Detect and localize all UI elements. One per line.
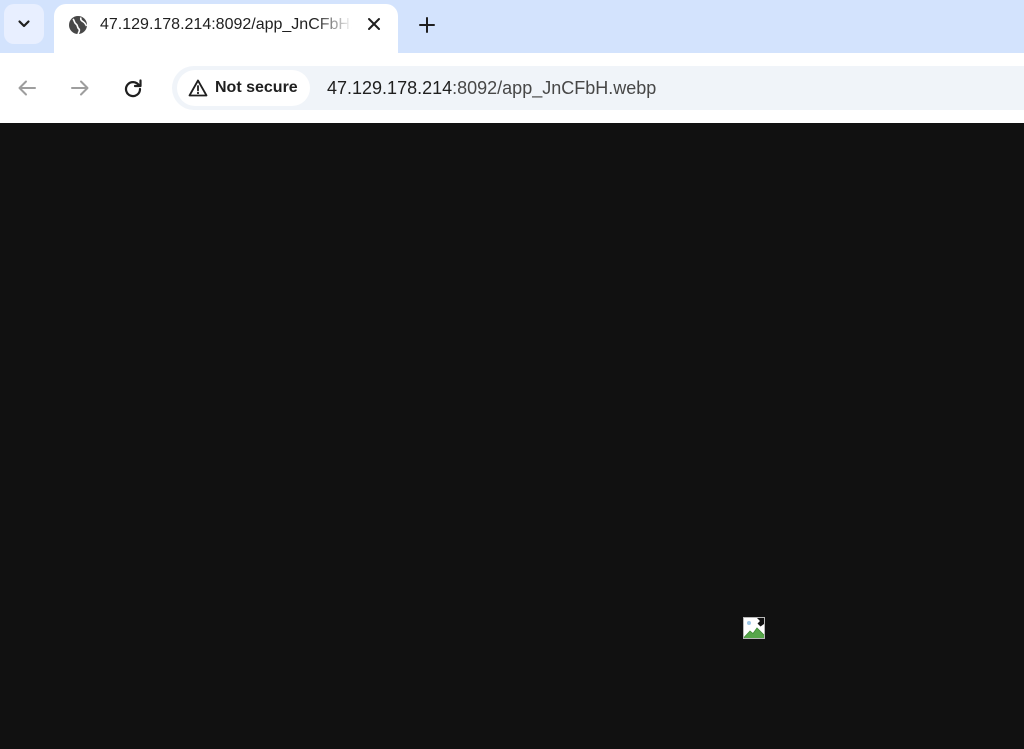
arrow-right-icon: [71, 80, 89, 96]
browser-window: 47.129.178.214:8092/app_JnCFbH.webp: [0, 0, 1024, 749]
warning-triangle-icon: [187, 77, 209, 99]
url-text[interactable]: 47.129.178.214:8092/app_JnCFbH.webp: [327, 78, 656, 99]
plus-icon: [419, 17, 435, 33]
tab-close-button[interactable]: [361, 11, 387, 37]
reload-icon: [124, 79, 142, 98]
url-path: :8092/app_JnCFbH.webp: [452, 78, 657, 98]
broken-image-icon: [742, 616, 766, 640]
tab-favicon: [67, 14, 89, 36]
active-tab[interactable]: 47.129.178.214:8092/app_JnCFbH.webp: [54, 4, 398, 53]
security-label: Not secure: [215, 79, 298, 96]
chevron-down-icon: [18, 20, 30, 28]
arrow-left-icon: [18, 80, 36, 96]
page-content: [0, 123, 1024, 749]
back-button[interactable]: [12, 73, 42, 103]
globe-icon: [69, 16, 88, 35]
tab-title: 47.129.178.214:8092/app_JnCFbH.webp: [100, 16, 352, 33]
address-bar[interactable]: Not secure 47.129.178.214:8092/app_JnCFb…: [172, 66, 1024, 110]
browser-toolbar: Not secure 47.129.178.214:8092/app_JnCFb…: [0, 53, 1024, 123]
security-indicator[interactable]: Not secure: [177, 70, 310, 106]
tab-search-button[interactable]: [4, 4, 44, 44]
tab-strip: 47.129.178.214:8092/app_JnCFbH.webp: [0, 0, 1024, 53]
new-tab-button[interactable]: [412, 10, 442, 40]
url-host: 47.129.178.214: [327, 78, 453, 98]
reload-button[interactable]: [118, 73, 148, 103]
close-icon: [368, 18, 380, 30]
forward-button[interactable]: [65, 73, 95, 103]
